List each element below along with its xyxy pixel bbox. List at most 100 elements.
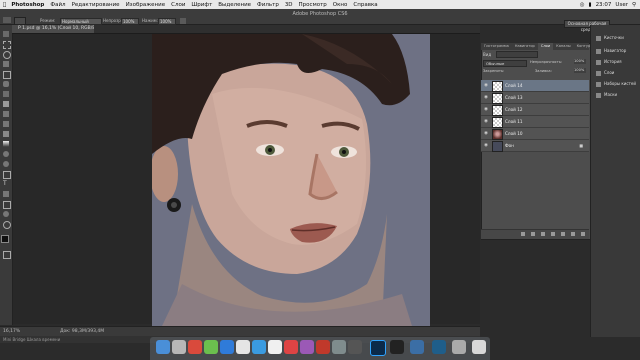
crop-tool-icon[interactable] (3, 71, 11, 79)
eraser-icon[interactable] (3, 131, 9, 137)
trash-bin-icon[interactable] (472, 340, 486, 354)
minibridge-tabs[interactable]: Mini Bridge Шкала времени (3, 337, 60, 342)
photos-icon[interactable] (268, 340, 282, 354)
fill-field[interactable]: 100% (574, 68, 586, 73)
menu-window[interactable]: Окно (330, 2, 351, 8)
menu-3d[interactable]: 3D (282, 2, 296, 8)
type-tool-icon[interactable]: T (3, 181, 9, 187)
flow-field[interactable]: 100% (158, 18, 176, 25)
menu-help[interactable]: Справка (350, 2, 380, 8)
layer-row-10[interactable]: ◉ Слой 10 (481, 128, 589, 140)
dock-masks[interactable]: Маски (592, 89, 638, 100)
visibility-eye-icon[interactable]: ◉ (484, 131, 488, 136)
brush-size-picker[interactable] (14, 17, 26, 25)
menu-image[interactable]: Изображение (123, 2, 169, 8)
blur-tool-icon[interactable] (3, 151, 9, 157)
portrait-canvas[interactable] (152, 34, 430, 326)
opacity-field[interactable]: 100% (121, 18, 139, 25)
zoom-tool-icon[interactable] (3, 221, 11, 229)
document-info[interactable]: Док: 98,3M/393,4M (60, 329, 104, 334)
menu-view[interactable]: Просмотр (296, 2, 330, 8)
airbrush-icon[interactable] (180, 18, 186, 24)
dodge-tool-icon[interactable] (3, 161, 9, 167)
visibility-eye-icon[interactable]: ◉ (484, 83, 488, 88)
appstore-icon[interactable] (220, 340, 234, 354)
clock[interactable]: 23:07 (596, 2, 612, 8)
move-tool-icon[interactable] (3, 31, 9, 37)
app-menu[interactable]: Photoshop (9, 2, 47, 8)
foreground-color-swatch[interactable] (1, 235, 9, 243)
layer-row-background[interactable]: ◉ Фон ■ (481, 140, 589, 152)
layer-row-14[interactable]: ◉ Слой 14 (481, 80, 589, 92)
documents-folder-icon[interactable] (452, 340, 466, 354)
clone-stamp-icon[interactable] (3, 111, 9, 117)
quicktime-icon[interactable] (348, 340, 362, 354)
adjustment-layer-icon[interactable] (551, 232, 555, 236)
path-select-icon[interactable] (3, 191, 9, 197)
mail-icon[interactable] (252, 340, 266, 354)
lasso-tool-icon[interactable] (3, 51, 11, 59)
dock-layers[interactable]: Слои (592, 67, 638, 78)
hand-tool-icon[interactable] (3, 211, 9, 217)
battery-icon[interactable]: ▮ (589, 2, 592, 8)
finder-icon[interactable] (156, 340, 170, 354)
visibility-eye-icon[interactable]: ◉ (484, 107, 488, 112)
new-group-icon[interactable] (561, 232, 565, 236)
zoom-level[interactable]: 16,17% (3, 329, 20, 334)
menu-filter[interactable]: Фильтр (254, 2, 282, 8)
layer-row-12[interactable]: ◉ Слой 12 (481, 104, 589, 116)
gradient-tool-icon[interactable] (3, 141, 9, 147)
apple-icon[interactable]:  (0, 2, 9, 8)
tab-layers[interactable]: Слои (537, 43, 554, 50)
history-brush-icon[interactable] (3, 121, 9, 127)
eyedropper-icon[interactable] (3, 81, 9, 87)
preview-icon[interactable] (410, 340, 424, 354)
spotlight-icon[interactable]: ⚲ (632, 2, 636, 8)
visibility-eye-icon[interactable]: ◉ (484, 119, 488, 124)
trash-icon[interactable] (581, 232, 585, 236)
app-icon-dark[interactable] (390, 340, 404, 354)
menu-select[interactable]: Выделение (215, 2, 254, 8)
new-layer-icon[interactable] (571, 232, 575, 236)
add-mask-icon[interactable] (541, 232, 545, 236)
layer-row-11[interactable]: ◉ Слой 11 (481, 116, 589, 128)
link-layers-icon[interactable] (521, 232, 525, 236)
messages-icon[interactable] (204, 340, 218, 354)
menu-edit[interactable]: Редактирование (69, 2, 123, 8)
layer-filter-select[interactable] (496, 51, 538, 58)
mode-select[interactable]: Нормальный (60, 18, 102, 25)
visibility-eye-icon[interactable]: ◉ (484, 95, 488, 100)
layer-style-icon[interactable] (531, 232, 535, 236)
marquee-tool-icon[interactable] (3, 41, 11, 49)
layer-opacity-field[interactable]: 100% (574, 59, 586, 64)
wifi-icon[interactable]: ◎ (580, 2, 585, 8)
launchpad-icon[interactable] (172, 340, 186, 354)
quick-select-icon[interactable] (3, 61, 9, 67)
calendar-13-icon[interactable] (284, 340, 298, 354)
layer-row-13[interactable]: ◉ Слой 13 (481, 92, 589, 104)
brush-tool-icon[interactable] (3, 101, 9, 107)
calendar-icon[interactable] (236, 340, 250, 354)
menu-layers[interactable]: Слои (168, 2, 188, 8)
tab-histogram[interactable]: Гистограмма (481, 43, 512, 50)
dock-navigator[interactable]: Навигатор (592, 45, 638, 56)
healing-brush-icon[interactable] (3, 91, 9, 97)
menu-type[interactable]: Шрифт (188, 2, 215, 8)
blend-mode-select[interactable]: Обычные (483, 60, 527, 67)
shape-tool-icon[interactable] (3, 201, 11, 209)
photobooth-icon[interactable] (316, 340, 330, 354)
menu-file[interactable]: Файл (47, 2, 68, 8)
tool-preset-picker[interactable] (3, 17, 11, 23)
document-tab[interactable]: Р 1.psd @ 16,1% (Слой 10, RGB/8) * (12, 25, 94, 33)
system-prefs-icon[interactable] (332, 340, 346, 354)
dock-brush-presets[interactable]: Наборы кистей (592, 78, 638, 89)
tab-channels[interactable]: Каналы (553, 43, 573, 50)
visibility-eye-icon[interactable]: ◉ (484, 143, 488, 148)
itunes-icon[interactable] (300, 340, 314, 354)
user-menu[interactable]: User (615, 2, 628, 8)
quick-mask-icon[interactable] (3, 251, 11, 259)
safari-icon[interactable] (188, 340, 202, 354)
pen-tool-icon[interactable] (3, 171, 11, 179)
tab-navigator[interactable]: Навигатор (512, 43, 538, 50)
photoshop-icon[interactable] (370, 340, 386, 356)
